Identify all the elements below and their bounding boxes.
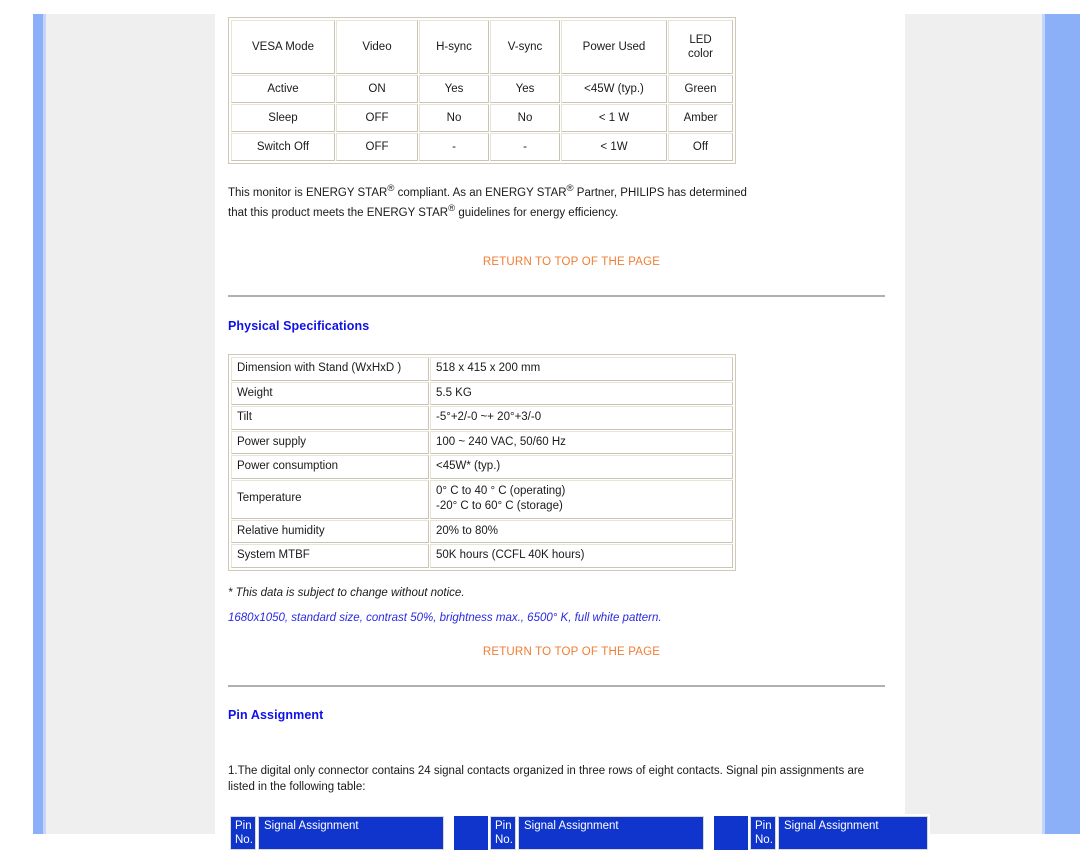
- physical-footnote: * This data is subject to change without…: [228, 586, 465, 599]
- label-system-mtbf: System MTBF: [231, 544, 429, 568]
- divider-2-wrap: [228, 684, 885, 687]
- power-management-table: VESA Mode Video H-sync V-sync Power Used…: [230, 19, 734, 162]
- pin-assignment-table: Pin No. Signal Assignment Pin No. Signal…: [228, 813, 930, 852]
- cell-hsync-sleep: No: [419, 104, 489, 132]
- return-to-top-2-wrap: RETURN TO TOP OF THE PAGE: [228, 642, 885, 660]
- cell-led-sleep: Amber: [668, 104, 733, 132]
- table-row: Power consumption <45W* (typ.): [231, 455, 733, 479]
- content-column: VESA Mode Video H-sync V-sync Power Used…: [215, 0, 930, 852]
- cell-power-switch-off: < 1W: [561, 133, 667, 161]
- cell-mode-switch-off: Switch Off: [231, 133, 335, 161]
- table-row: Relative humidity 20% to 80%: [231, 519, 733, 544]
- label-tilt: Tilt: [231, 406, 429, 430]
- table-row: Active ON Yes Yes <45W (typ.) Green: [231, 75, 733, 103]
- page-root: VESA Mode Video H-sync V-sync Power Used…: [0, 0, 1080, 852]
- return-to-top-link[interactable]: RETURN TO TOP OF THE PAGE: [483, 256, 660, 268]
- label-power-supply: Power supply: [231, 430, 429, 455]
- registered-mark-icon: ®: [566, 183, 574, 194]
- energy-star-text-2: compliant. As an ENERGY STAR: [394, 186, 567, 199]
- header-led-color: LED color: [668, 20, 733, 74]
- header-signal-assignment-1: Signal Assignment: [258, 815, 444, 851]
- pin-assignment-heading: Pin Assignment: [228, 707, 324, 722]
- left-rail: [33, 14, 43, 834]
- label-weight: Weight: [231, 381, 429, 406]
- value-power-consumption: <45W* (typ.): [430, 455, 733, 479]
- cell-hsync-switch-off: -: [419, 133, 489, 161]
- table-row: Tilt -5°+2/-0 ~+ 20°+3/-0: [231, 406, 733, 430]
- table-row: Sleep OFF No No < 1 W Amber: [231, 104, 733, 132]
- table-row: System MTBF 50K hours (CCFL 40K hours): [231, 544, 733, 568]
- cell-vsync-sleep: No: [490, 104, 560, 132]
- section-divider: [228, 295, 885, 297]
- value-dimension: 518 x 415 x 200 mm: [430, 357, 733, 381]
- return-to-top-link[interactable]: RETURN TO TOP OF THE PAGE: [483, 646, 660, 658]
- physical-specifications-heading: Physical Specifications: [228, 319, 370, 333]
- cell-hsync-active: Yes: [419, 75, 489, 103]
- value-tilt: -5°+2/-0 ~+ 20°+3/-0: [430, 406, 733, 430]
- physical-table-wrap: Dimension with Stand (WxHxD ) 518 x 415 …: [228, 354, 885, 576]
- value-temperature: 0° C to 40 ° C (operating) -20° C to 60°…: [430, 479, 733, 519]
- header-power-used: Power Used: [561, 20, 667, 74]
- table-row: Temperature 0° C to 40 ° C (operating) -…: [231, 479, 733, 519]
- label-relative-humidity: Relative humidity: [231, 519, 429, 544]
- header-vesa-mode: VESA Mode: [231, 20, 335, 74]
- label-temperature: Temperature: [231, 479, 429, 519]
- cell-led-switch-off: Off: [668, 133, 733, 161]
- divider-1-wrap: [228, 295, 885, 297]
- cell-led-active: Green: [668, 75, 733, 103]
- energy-star-text-5: guidelines for energy efficiency.: [455, 206, 619, 219]
- cell-video-switch-off: OFF: [336, 133, 418, 161]
- cell-power-active: <45W (typ.): [561, 75, 667, 103]
- energy-star-paragraph: This monitor is ENERGY STAR ® compliant. …: [228, 182, 748, 221]
- cell-video-active: ON: [336, 75, 418, 103]
- header-pin-no-1: Pin No.: [230, 815, 256, 851]
- header-signal-assignment-2: Signal Assignment: [518, 815, 704, 851]
- physical-table-frame: Dimension with Stand (WxHxD ) 518 x 415 …: [228, 354, 736, 571]
- cell-video-sleep: OFF: [336, 104, 418, 132]
- header-pin-no-3: Pin No.: [750, 815, 776, 851]
- section-divider: [228, 684, 885, 687]
- value-relative-humidity: 20% to 80%: [430, 519, 733, 544]
- header-video: Video: [336, 20, 418, 74]
- power-table-wrap: VESA Mode Video H-sync V-sync Power Used…: [228, 0, 885, 169]
- table-row: Dimension with Stand (WxHxD ) 518 x 415 …: [231, 357, 733, 381]
- cell-vsync-switch-off: -: [490, 133, 560, 161]
- label-power-consumption: Power consumption: [231, 455, 429, 479]
- power-table-frame: VESA Mode Video H-sync V-sync Power Used…: [228, 17, 736, 164]
- pin-assignment-intro: 1.The digital only connector contains 24…: [228, 764, 865, 794]
- table-row: Switch Off OFF - - < 1W Off: [231, 133, 733, 161]
- header-pin-no-2: Pin No.: [490, 815, 516, 851]
- return-to-top-1-wrap: RETURN TO TOP OF THE PAGE: [228, 252, 885, 270]
- content-inner: VESA Mode Video H-sync V-sync Power Used…: [228, 0, 930, 852]
- label-dimension: Dimension with Stand (WxHxD ): [231, 357, 429, 381]
- cell-mode-sleep: Sleep: [231, 104, 335, 132]
- value-power-supply: 100 ~ 240 VAC, 50/60 Hz: [430, 430, 733, 455]
- table-header-row: VESA Mode Video H-sync V-sync Power Used…: [231, 20, 733, 74]
- pin-assignment-table-wrap: Pin No. Signal Assignment Pin No. Signal…: [228, 813, 930, 852]
- energy-star-text-3: Partner, PHILIPS has: [573, 186, 687, 199]
- table-row: Weight 5.5 KG: [231, 381, 733, 406]
- right-rail: [1045, 14, 1080, 834]
- header-v-sync: V-sync: [490, 20, 560, 74]
- spacer-cell: [706, 815, 712, 851]
- left-rail-highlight: [43, 14, 46, 834]
- spacer-cell: [446, 815, 452, 851]
- physical-specifications-table: Dimension with Stand (WxHxD ) 518 x 415 …: [230, 356, 734, 569]
- physical-test-conditions-note: 1680x1050, standard size, contrast 50%, …: [228, 611, 662, 624]
- pin-table-gap-block-2: [714, 815, 748, 851]
- value-weight: 5.5 KG: [430, 381, 733, 406]
- table-row: Power supply 100 ~ 240 VAC, 50/60 Hz: [231, 430, 733, 455]
- cell-vsync-active: Yes: [490, 75, 560, 103]
- cell-mode-active: Active: [231, 75, 335, 103]
- cell-power-sleep: < 1 W: [561, 104, 667, 132]
- header-signal-assignment-3: Signal Assignment: [778, 815, 928, 851]
- pin-table-header-row: Pin No. Signal Assignment Pin No. Signal…: [230, 815, 928, 851]
- header-h-sync: H-sync: [419, 20, 489, 74]
- pin-table-gap-block-1: [454, 815, 488, 851]
- energy-star-text-1: This monitor is ENERGY STAR: [228, 186, 388, 199]
- value-system-mtbf: 50K hours (CCFL 40K hours): [430, 544, 733, 568]
